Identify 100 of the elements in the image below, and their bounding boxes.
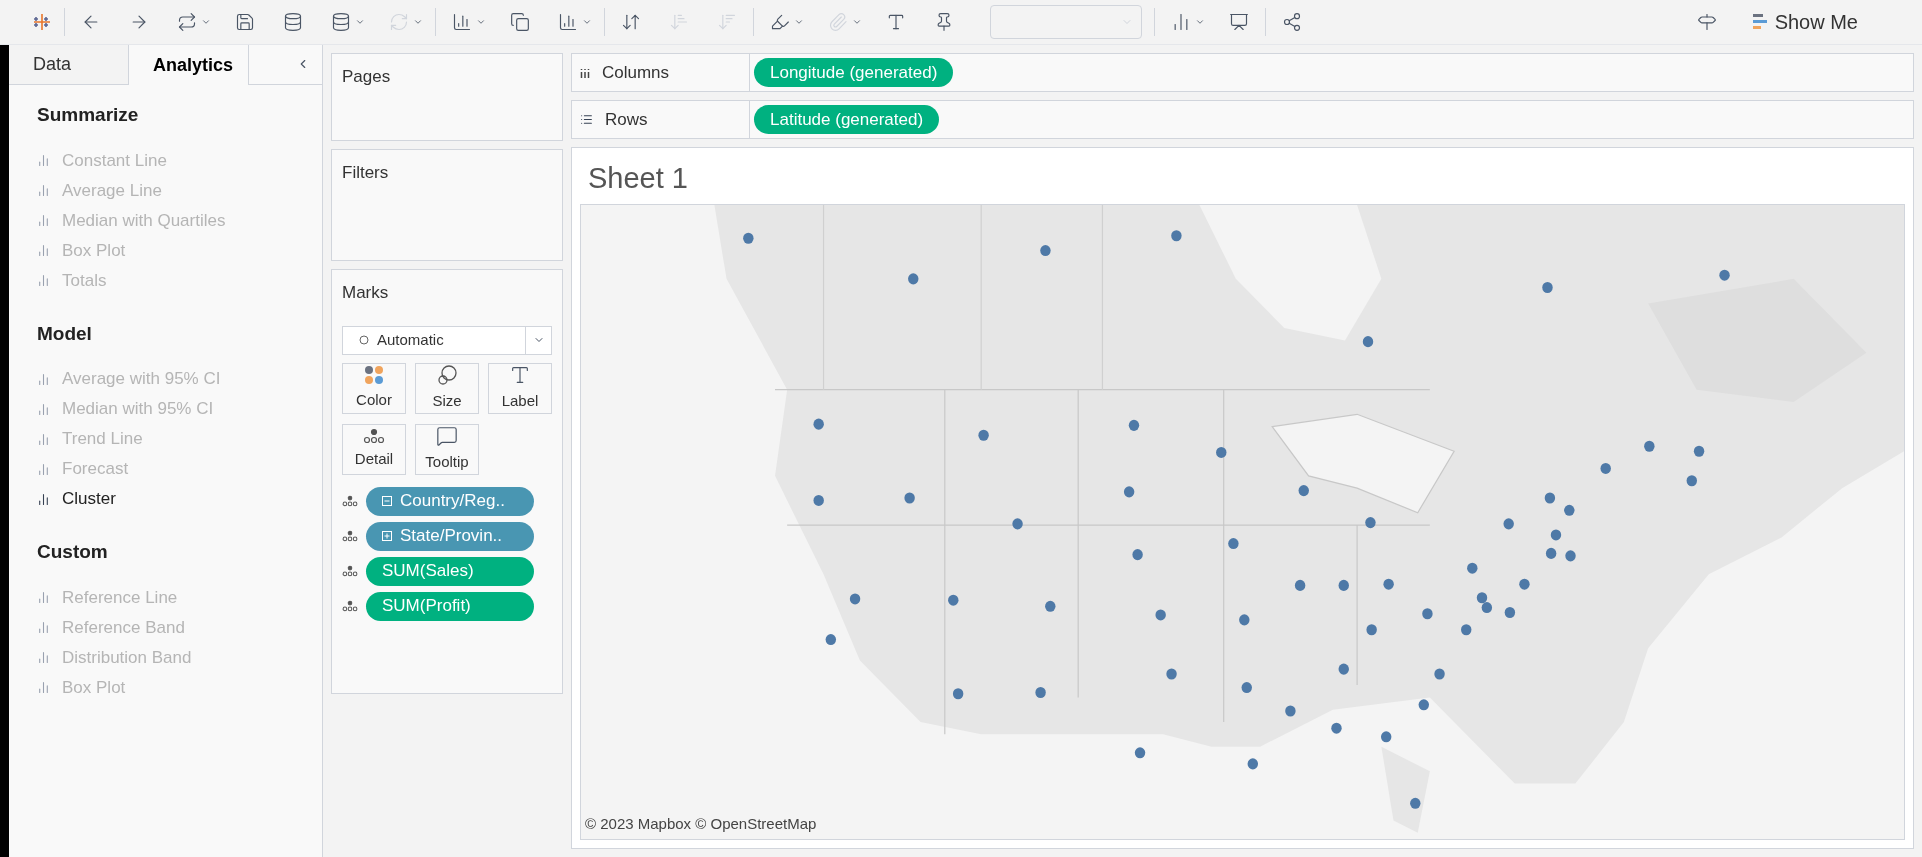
field-pill[interactable]: Country/Reg.. xyxy=(366,486,534,516)
data-point[interactable] xyxy=(1365,517,1376,529)
data-point[interactable] xyxy=(1461,624,1472,636)
data-point[interactable] xyxy=(825,634,836,646)
size-circles-icon xyxy=(436,363,458,386)
data-point[interactable] xyxy=(1045,600,1056,612)
data-point[interactable] xyxy=(1693,445,1705,457)
data-point[interactable] xyxy=(1285,705,1296,717)
detail-dots-icon xyxy=(363,427,385,444)
caret-icon[interactable] xyxy=(476,17,486,27)
data-point[interactable] xyxy=(904,492,915,504)
data-point[interactable] xyxy=(1366,624,1377,636)
data-point[interactable] xyxy=(813,494,824,506)
data-point[interactable] xyxy=(1381,731,1392,743)
data-point[interactable] xyxy=(1600,462,1611,474)
mark-card-button[interactable]: Tooltip xyxy=(415,423,479,475)
data-point[interactable] xyxy=(908,273,919,285)
chart-icon xyxy=(37,244,50,257)
data-point[interactable] xyxy=(849,593,861,605)
data-point[interactable] xyxy=(1123,486,1135,498)
data-point[interactable] xyxy=(1362,336,1374,348)
data-point[interactable] xyxy=(1294,579,1306,591)
data-point[interactable] xyxy=(1247,758,1258,770)
caret-icon[interactable] xyxy=(852,17,862,27)
logo-icon[interactable] xyxy=(32,12,52,32)
field-pill[interactable]: State/Provin.. xyxy=(366,521,534,551)
caret-icon[interactable] xyxy=(355,17,365,27)
detail-dots-icon xyxy=(342,600,358,612)
data-point[interactable] xyxy=(1035,686,1046,699)
data-point[interactable] xyxy=(948,594,959,606)
data-point[interactable] xyxy=(1542,281,1553,293)
data-point[interactable] xyxy=(1644,440,1655,452)
section-heading: Summarize xyxy=(37,103,140,127)
data-point[interactable] xyxy=(1132,549,1143,561)
data-point[interactable] xyxy=(1155,609,1166,621)
data-point[interactable] xyxy=(1481,602,1493,614)
data-point[interactable] xyxy=(1241,682,1252,694)
data-point[interactable] xyxy=(1166,668,1177,680)
data-point[interactable] xyxy=(1338,579,1349,591)
mark-card-button[interactable]: Size xyxy=(415,362,479,414)
card-title: Marks xyxy=(342,282,390,304)
data-point[interactable] xyxy=(813,418,824,430)
show-me-button[interactable]: Show Me xyxy=(1752,7,1858,37)
data-point[interactable] xyxy=(952,688,964,700)
caret-icon[interactable] xyxy=(794,17,804,27)
data-point[interactable] xyxy=(1216,446,1227,458)
data-point[interactable] xyxy=(1467,562,1478,574)
mark-card-button[interactable]: Detail xyxy=(342,423,406,475)
mark-card-button[interactable]: Label xyxy=(488,362,552,414)
chart-icon xyxy=(37,651,50,664)
data-point[interactable] xyxy=(1228,538,1239,550)
data-point[interactable] xyxy=(1550,529,1562,541)
panel-tab[interactable]: Analytics xyxy=(129,45,249,85)
caret-icon[interactable] xyxy=(1195,17,1205,27)
chart-icon xyxy=(37,462,50,476)
data-point[interactable] xyxy=(1545,547,1557,559)
data-point[interactable] xyxy=(1383,578,1394,590)
data-point[interactable] xyxy=(1128,419,1140,431)
data-point[interactable] xyxy=(1298,485,1309,497)
data-point[interactable] xyxy=(743,232,754,244)
pill-label: State/Provin.. xyxy=(400,525,503,548)
data-point[interactable] xyxy=(978,429,989,441)
card-title: Pages xyxy=(342,66,392,88)
data-point[interactable] xyxy=(1544,492,1556,504)
mark-card-button[interactable]: Color xyxy=(342,362,406,414)
data-point[interactable] xyxy=(1422,608,1433,620)
data-point[interactable] xyxy=(1040,245,1051,257)
data-point[interactable] xyxy=(1686,475,1697,487)
mark-type-dropdown[interactable]: Automatic xyxy=(342,325,552,355)
data-point[interactable] xyxy=(1719,269,1730,281)
caret-icon[interactable] xyxy=(201,17,211,27)
data-point[interactable] xyxy=(1331,722,1342,734)
data-point[interactable] xyxy=(1434,668,1445,680)
field-pill[interactable]: SUM(Sales) xyxy=(366,556,534,586)
field-pill[interactable]: Longitude (generated) xyxy=(754,58,954,87)
pill-label: SUM(Sales) xyxy=(382,560,474,583)
field-pill[interactable]: SUM(Profit) xyxy=(366,591,534,621)
plus-box-icon[interactable] xyxy=(382,531,392,541)
minus-box-icon[interactable] xyxy=(382,496,392,506)
data-point[interactable] xyxy=(1012,518,1023,530)
data-point[interactable] xyxy=(1171,230,1182,242)
data-point[interactable] xyxy=(1338,663,1349,675)
data-point[interactable] xyxy=(1519,578,1530,590)
panel-tab[interactable]: Data xyxy=(9,45,129,84)
data-point[interactable] xyxy=(1476,592,1488,604)
data-point[interactable] xyxy=(1565,550,1576,562)
caret-icon[interactable] xyxy=(413,17,423,27)
sheet-title: Sheet 1 xyxy=(587,160,689,196)
data-point[interactable] xyxy=(1504,606,1516,618)
data-point[interactable] xyxy=(1418,699,1429,711)
data-point[interactable] xyxy=(1564,504,1575,516)
data-point[interactable] xyxy=(1239,614,1250,626)
pill-label: SUM(Profit) xyxy=(382,595,471,618)
field-pill[interactable]: Latitude (generated) xyxy=(754,105,940,134)
data-point[interactable] xyxy=(1134,747,1146,759)
caret-icon[interactable] xyxy=(582,17,592,27)
data-point[interactable] xyxy=(1503,518,1514,530)
data-point[interactable] xyxy=(1410,797,1421,809)
analytics-item[interactable]: Cluster xyxy=(37,484,294,514)
chart-icon xyxy=(37,621,50,634)
